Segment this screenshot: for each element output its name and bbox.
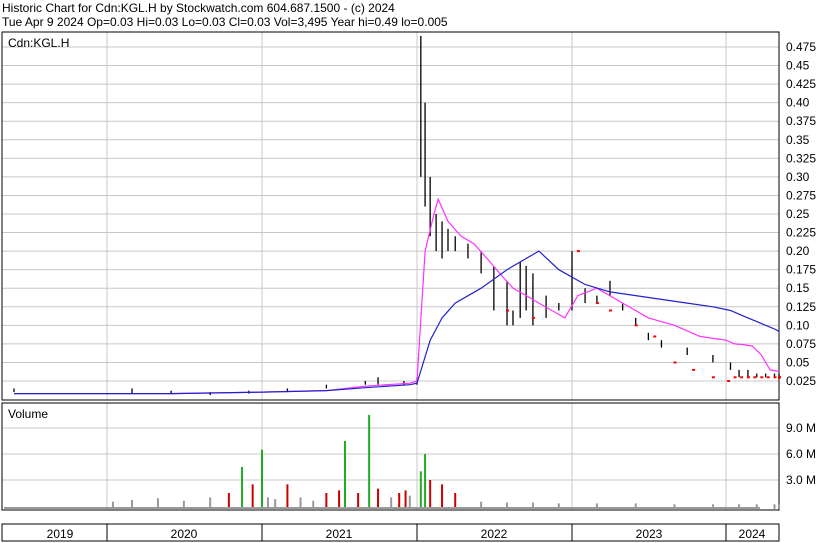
price-tick-label: 0.475 xyxy=(786,40,816,54)
flat-price-tick xyxy=(673,361,677,364)
price-tick-label: 0.375 xyxy=(786,114,816,128)
flat-price-tick xyxy=(760,376,764,379)
flat-price-tick xyxy=(753,376,757,379)
stock-chart: Cdn:KGL.H Volume 0.475 0.45 0.425 0.40 0.375… xyxy=(1,31,816,542)
price-tick-label: 0.225 xyxy=(786,226,816,240)
year-label: 2024 xyxy=(739,527,766,541)
flat-price-tick xyxy=(608,309,612,312)
volume-bar xyxy=(261,449,263,509)
volume-bar xyxy=(419,471,422,509)
price-tick-label: 0.425 xyxy=(786,77,816,91)
volume-bar xyxy=(778,504,780,509)
volume-tick-label: 6.0 M xyxy=(786,447,816,461)
year-label: 2022 xyxy=(481,527,508,541)
price-tick-label: 0.35 xyxy=(786,133,810,147)
price-panel-title: Cdn:KGL.H xyxy=(8,36,69,50)
flat-price-tick xyxy=(746,376,750,379)
date-axis-frame xyxy=(1,523,780,542)
volume-bar xyxy=(227,493,230,509)
flat-price-tick xyxy=(711,376,715,379)
volume-panel-frame xyxy=(1,402,780,511)
year-label: 2023 xyxy=(636,527,663,541)
price-tick-label: 0.175 xyxy=(786,263,816,277)
flat-price-tick xyxy=(634,324,638,327)
flat-price-tick xyxy=(727,380,731,382)
price-tick-label: 0.275 xyxy=(786,188,816,202)
flat-price-tick xyxy=(692,368,696,371)
volume-bar xyxy=(325,493,328,509)
volume-bar xyxy=(286,484,289,509)
volume-tick-label: 9.0 M xyxy=(786,421,816,435)
price-tick-label: 0.20 xyxy=(786,244,810,258)
year-label: 2020 xyxy=(171,527,198,541)
flat-price-tick xyxy=(773,376,777,379)
volume-bar xyxy=(424,454,427,509)
volume-bar xyxy=(338,490,341,509)
flat-price-tick xyxy=(506,309,510,312)
price-tick-label: 0.325 xyxy=(786,151,816,165)
volume-bar xyxy=(404,490,407,509)
price-tick-label: 0.45 xyxy=(786,59,810,73)
flat-price-tick xyxy=(576,250,580,253)
volume-bar xyxy=(429,480,432,509)
volume-bar xyxy=(408,495,411,509)
flat-price-tick xyxy=(653,335,657,338)
volume-bar xyxy=(241,467,244,509)
volume-bar xyxy=(251,484,254,509)
volume-bar xyxy=(454,493,457,509)
volume-bar xyxy=(377,488,380,509)
volume-panel-title: Volume xyxy=(8,407,48,421)
volume-bar xyxy=(398,493,401,509)
flat-price-tick xyxy=(733,376,737,379)
price-tick-label: 0.10 xyxy=(786,318,810,332)
price-tick-label: 0.025 xyxy=(786,374,816,388)
flat-price-tick xyxy=(531,316,535,319)
flat-price-tick xyxy=(740,376,744,379)
volume-bar xyxy=(368,415,371,509)
price-tick-label: 0.30 xyxy=(786,170,810,184)
price-tick-label: 0.125 xyxy=(786,300,816,314)
price-tick-label: 0.075 xyxy=(786,337,816,351)
year-label: 2019 xyxy=(47,527,74,541)
volume-bar xyxy=(357,493,360,509)
price-tick-label: 0.40 xyxy=(786,96,810,110)
moving-average-short-line xyxy=(14,197,780,395)
price-tick-label: 0.25 xyxy=(786,207,810,221)
flat-price-tick xyxy=(778,376,781,379)
volume-tick-label: 3.0 M xyxy=(786,473,816,487)
flat-price-tick xyxy=(766,376,770,379)
grid-lines xyxy=(2,32,779,541)
volume-bar xyxy=(441,484,444,509)
price-tick-label: 0.05 xyxy=(786,355,810,369)
volume-bar xyxy=(773,504,776,509)
volume-bar xyxy=(344,441,347,509)
price-tick-label: 0.15 xyxy=(786,281,810,295)
price-panel-frame xyxy=(1,31,780,401)
year-label: 2021 xyxy=(326,527,353,541)
flat-price-tick xyxy=(595,302,599,305)
